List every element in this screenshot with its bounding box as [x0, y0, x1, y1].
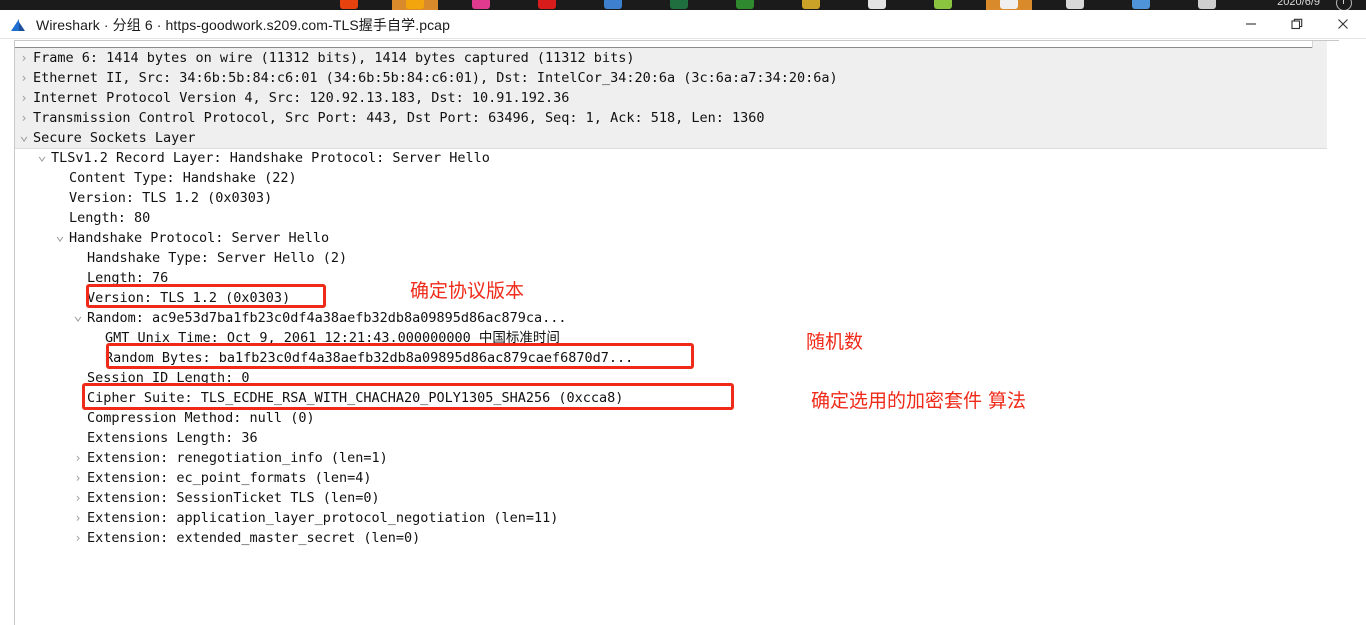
- taskbar-icon-11[interactable]: [1000, 0, 1018, 9]
- chevron-right-icon[interactable]: ›: [71, 488, 85, 508]
- minimize-button[interactable]: [1228, 10, 1274, 38]
- taskbar-icon-6[interactable]: [670, 0, 688, 9]
- chevron-right-icon[interactable]: ›: [17, 88, 31, 108]
- tree-row-handshake-protocol[interactable]: ⌄ Handshake Protocol: Server Hello: [15, 228, 1315, 248]
- maximize-restore-button[interactable]: [1274, 10, 1320, 38]
- tree-row-ethernet[interactable]: › Ethernet II, Src: 34:6b:5b:84:c6:01 (34…: [15, 68, 1315, 88]
- chevron-right-icon[interactable]: ›: [17, 68, 31, 88]
- chevron-right-icon[interactable]: ›: [71, 528, 85, 548]
- tree-row-frame[interactable]: › Frame 6: 1414 bytes on wire (11312 bits…: [15, 48, 1315, 68]
- taskbar-icon-12[interactable]: [1066, 0, 1084, 9]
- taskbar-clock[interactable]: 2020/6/9: [1277, 0, 1320, 8]
- tree-row-label: Handshake Type: Server Hello (2): [87, 250, 348, 266]
- tree-row-label: Secure Sockets Layer: [33, 130, 196, 146]
- tree-row-record-layer[interactable]: ⌄ TLSv1.2 Record Layer: Handshake Protoco…: [15, 148, 1315, 168]
- tree-row-label: Compression Method: null (0): [87, 410, 315, 426]
- tree-row-record-version[interactable]: Version: TLS 1.2 (0x0303): [15, 188, 1315, 208]
- tree-row-label: Extension: ec_point_formats (len=4): [87, 470, 372, 486]
- tree-row-label: Cipher Suite: TLS_ECDHE_RSA_WITH_CHACHA2…: [87, 390, 624, 406]
- tree-row-label: Extension: extended_master_secret (len=0…: [87, 530, 421, 546]
- tree-row-label: Extension: application_layer_protocol_ne…: [87, 510, 559, 526]
- window-titlebar[interactable]: Wireshark · 分组 6 · https-goodwork.s209.c…: [0, 10, 1366, 39]
- chevron-right-icon[interactable]: ›: [17, 108, 31, 128]
- annotation-protocol-version: 确定协议版本: [410, 280, 525, 302]
- window-title: Wireshark · 分组 6 · https-goodwork.s209.c…: [36, 17, 450, 33]
- tree-row-label: Version: TLS 1.2 (0x0303): [69, 190, 273, 206]
- tree-row-label: Content Type: Handshake (22): [69, 170, 297, 186]
- tree-row-ipv4[interactable]: › Internet Protocol Version 4, Src: 120.9…: [15, 88, 1315, 108]
- tree-row-ext-alpn[interactable]: › Extension: application_layer_protocol_n…: [15, 508, 1315, 528]
- tree-row-ext-extended-master-secret[interactable]: › Extension: extended_master_secret (len=…: [15, 528, 1315, 548]
- taskbar-icon-8[interactable]: [802, 0, 820, 9]
- chevron-right-icon[interactable]: ›: [71, 468, 85, 488]
- tree-row-label: GMT Unix Time: Oct 9, 2061 12:21:43.0000…: [105, 330, 560, 346]
- tree-row-label: Version: TLS 1.2 (0x0303): [87, 290, 291, 306]
- tree-row-label: Handshake Protocol: Server Hello: [69, 230, 330, 246]
- tree-row-label: Extension: renegotiation_info (len=1): [87, 450, 388, 466]
- tree-row-cipher-suite[interactable]: Cipher Suite: TLS_ECDHE_RSA_WITH_CHACHA2…: [15, 388, 1315, 408]
- annotation-cipher-suite: 确定选用的加密套件 算法: [811, 390, 1027, 412]
- tree-row-ext-sessionticket-tls[interactable]: › Extension: SessionTicket TLS (len=0): [15, 488, 1315, 508]
- tree-row-ext-renegotiation-info[interactable]: › Extension: renegotiation_info (len=1): [15, 448, 1315, 468]
- tree-row-random[interactable]: ⌄ Random: ac9e53d7ba1fb23c0df4a38aefb32db…: [15, 308, 1315, 328]
- chevron-down-icon[interactable]: ⌄: [71, 308, 85, 323]
- packet-detail-pane[interactable]: › Frame 6: 1414 bytes on wire (11312 bits…: [14, 40, 1339, 625]
- tree-row-handshake-version[interactable]: Version: TLS 1.2 (0x0303): [15, 288, 1315, 308]
- taskbar-icon-9[interactable]: [868, 0, 886, 9]
- tree-row-ext-ec-point-formats[interactable]: › Extension: ec_point_formats (len=4): [15, 468, 1315, 488]
- tree-row-record-length[interactable]: Length: 80: [15, 208, 1315, 228]
- chevron-right-icon[interactable]: ›: [71, 448, 85, 468]
- tree-row-label: Random Bytes: ba1fb23c0df4a38aefb32db8a0…: [105, 350, 634, 366]
- taskbar-icon-3[interactable]: [472, 0, 490, 9]
- tree-row-session-id-length[interactable]: Session ID Length: 0: [15, 368, 1315, 388]
- tree-row-tcp[interactable]: › Transmission Control Protocol, Src Port…: [15, 108, 1315, 128]
- chevron-right-icon[interactable]: ›: [17, 48, 31, 68]
- taskbar-icon-13[interactable]: [1132, 0, 1150, 9]
- taskbar-icon-4[interactable]: [538, 0, 556, 9]
- tree-row-handshake-type[interactable]: Handshake Type: Server Hello (2): [15, 248, 1315, 268]
- chevron-down-icon[interactable]: ⌄: [53, 228, 67, 243]
- tree-row-label: Internet Protocol Version 4, Src: 120.92…: [33, 90, 570, 106]
- chevron-down-icon[interactable]: ⌄: [17, 128, 31, 143]
- protocol-tree[interactable]: › Frame 6: 1414 bytes on wire (11312 bits…: [15, 41, 1339, 625]
- taskbar-icon-1[interactable]: [340, 0, 358, 9]
- tree-row-random-bytes[interactable]: Random Bytes: ba1fb23c0df4a38aefb32db8a0…: [15, 348, 1315, 368]
- tree-row-gmt-unix-time[interactable]: GMT Unix Time: Oct 9, 2061 12:21:43.0000…: [15, 328, 1315, 348]
- tree-row-label: Transmission Control Protocol, Src Port:…: [33, 110, 765, 126]
- tree-row-label: Frame 6: 1414 bytes on wire (11312 bits)…: [33, 50, 635, 66]
- tree-row-extensions-length[interactable]: Extensions Length: 36: [15, 428, 1315, 448]
- wireshark-shark-fin-icon: [10, 18, 28, 32]
- taskbar-icon-14[interactable]: [1198, 0, 1216, 9]
- tree-row-handshake-length[interactable]: Length: 76: [15, 268, 1315, 288]
- annotation-random-number: 随机数: [806, 331, 864, 353]
- tree-row-label: TLSv1.2 Record Layer: Handshake Protocol…: [51, 150, 490, 166]
- taskbar-icon-10[interactable]: [934, 0, 952, 9]
- tree-row-label: Extensions Length: 36: [87, 430, 258, 446]
- chevron-right-icon[interactable]: ›: [71, 508, 85, 528]
- taskbar-icon-2[interactable]: [406, 0, 424, 9]
- tree-row-compression-method[interactable]: Compression Method: null (0): [15, 408, 1315, 428]
- tree-row-content-type[interactable]: Content Type: Handshake (22): [15, 168, 1315, 188]
- tree-row-label: Session ID Length: 0: [87, 370, 250, 386]
- taskbar-icon-7[interactable]: [736, 0, 754, 9]
- tree-row-label: Ethernet II, Src: 34:6b:5b:84:c6:01 (34:…: [33, 70, 838, 86]
- tree-row-label: Length: 80: [69, 210, 151, 226]
- taskbar-icon-5[interactable]: [604, 0, 622, 9]
- action-center-icon[interactable]: [1336, 0, 1352, 10]
- tree-row-label: Random: ac9e53d7ba1fb23c0df4a38aefb32db8…: [87, 310, 567, 326]
- taskbar[interactable]: 2020/6/9: [0, 0, 1366, 10]
- tree-row-ssl[interactable]: ⌄ Secure Sockets Layer: [15, 128, 1315, 148]
- tree-row-label: Length: 76: [87, 270, 169, 286]
- chevron-down-icon[interactable]: ⌄: [35, 148, 49, 163]
- close-button[interactable]: [1320, 10, 1366, 38]
- tree-row-label: Extension: SessionTicket TLS (len=0): [87, 490, 380, 506]
